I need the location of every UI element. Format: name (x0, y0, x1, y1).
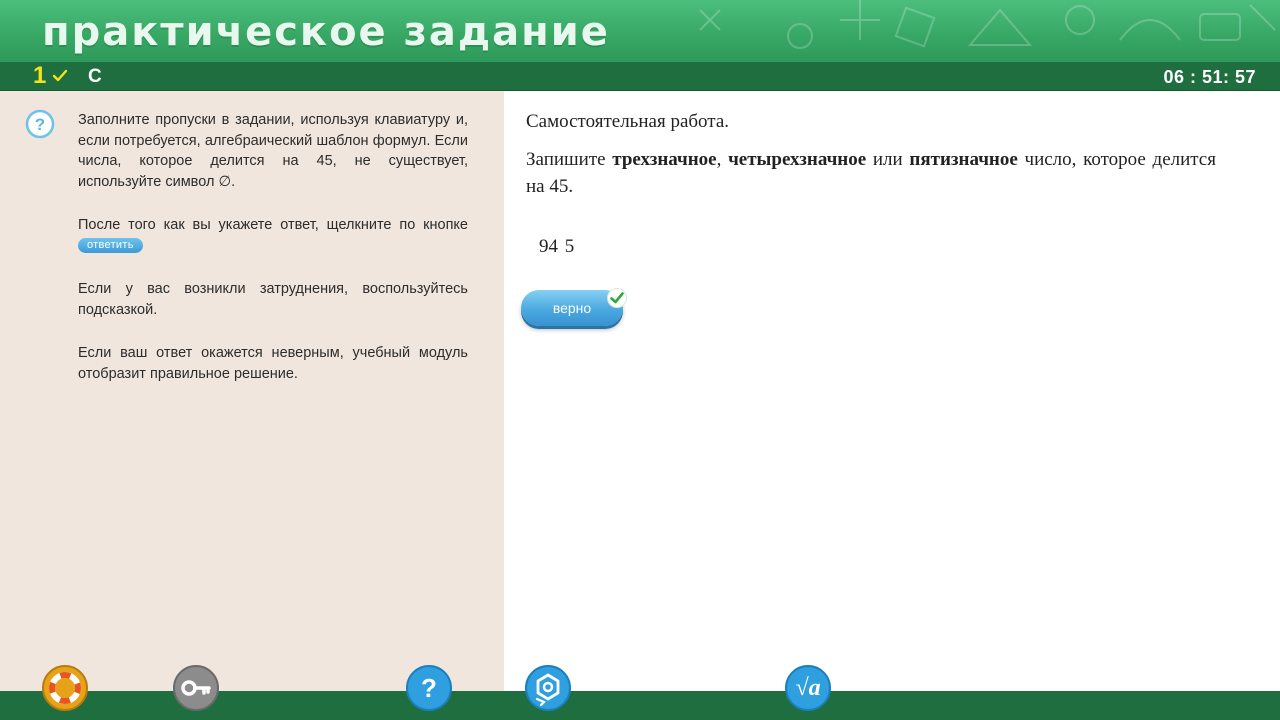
answer-digits[interactable]: 94 (539, 236, 558, 257)
task-text: , (716, 149, 729, 170)
task-text-bold: четырехзначное (728, 149, 867, 170)
task-number: 1 (33, 62, 47, 89)
check-icon (52, 69, 68, 82)
answer-field[interactable]: 94 5 (539, 235, 576, 259)
answer-button-sample: ответить (78, 238, 143, 254)
math-pattern-decoration (699, 0, 1276, 49)
question-circle-icon: ? (25, 109, 55, 139)
instruction-paragraph: Если ваш ответ окажется неверным, учебны… (78, 345, 468, 382)
page-title: практическое задание (42, 9, 610, 55)
header-banner: практическое задание (0, 0, 1280, 62)
sqrt-formula-icon[interactable]: √a (784, 664, 832, 712)
formula-glyph: √a (795, 675, 821, 701)
task-text-bold: пятизначное (909, 149, 1018, 170)
instruction-paragraph: После того как вы укажете ответ, щелкнит… (78, 215, 468, 256)
task-letter: С (88, 66, 102, 87)
check-circle-icon (607, 288, 627, 308)
task-text: или (866, 149, 910, 170)
timer: 06 : 51: 57 (1163, 67, 1256, 87)
task-area: Самостоятельная работа. Запишите трехзна… (526, 108, 1216, 200)
task-statement: Запишите трехзначное, четырехзначное или… (526, 146, 1216, 200)
task-title: Самостоятельная работа. (526, 111, 730, 132)
svg-text:?: ? (421, 673, 437, 703)
instructions-text: Заполните пропуски в задании, используя … (78, 110, 468, 407)
help-icon[interactable]: ? (405, 664, 453, 712)
svg-text:?: ? (35, 115, 45, 134)
key-icon[interactable] (172, 664, 220, 712)
task-text: Запишите (526, 149, 613, 170)
molecule-icon[interactable] (524, 664, 572, 712)
lifebuoy-icon[interactable] (41, 664, 89, 712)
instruction-paragraph: Если у вас возникли затруднения, восполь… (78, 281, 468, 318)
status-bar: 1 С 06 : 51: 57 (0, 62, 1280, 91)
answer-digit[interactable]: 5 (565, 236, 575, 257)
instruction-paragraph: Заполните пропуски в задании, используя … (78, 112, 468, 190)
instruction-text: После того как вы укажете ответ, щелкнит… (78, 217, 468, 233)
task-text-bold: трехзначное (612, 149, 717, 170)
